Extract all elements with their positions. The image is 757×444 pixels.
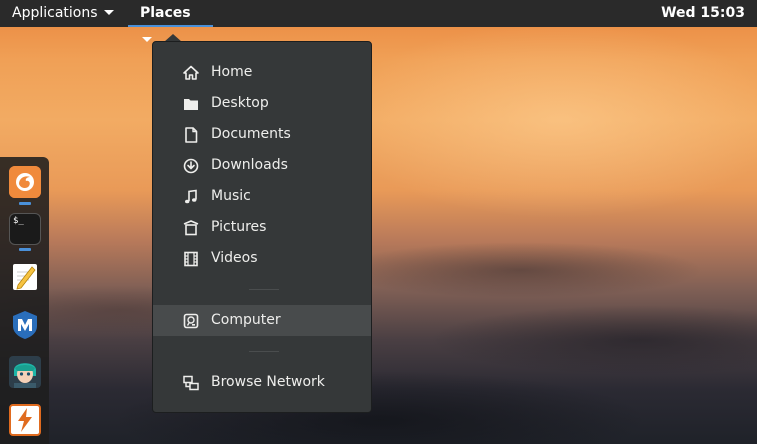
- desktop-folder-icon: [184, 99, 198, 110]
- running-indicator: [19, 248, 31, 251]
- places-item-label: Home: [211, 64, 253, 80]
- places-menu: Home Desktop Documents Downloads Music P…: [152, 41, 372, 413]
- download-icon: [183, 158, 199, 174]
- home-icon: [183, 65, 199, 80]
- applications-menu-button[interactable]: Applications: [4, 0, 122, 27]
- places-item-home[interactable]: Home: [153, 57, 371, 88]
- pictures-icon: [183, 220, 199, 236]
- terminal-icon: $_: [13, 216, 24, 226]
- text-editor-icon: [13, 264, 37, 290]
- places-item-label: Documents: [211, 126, 291, 142]
- dock: $_: [0, 157, 49, 444]
- dock-burpsuite[interactable]: [9, 404, 41, 436]
- places-menu-button[interactable]: Places: [128, 0, 213, 42]
- places-item-computer[interactable]: Computer: [153, 305, 371, 336]
- caret-down-icon: [103, 9, 114, 15]
- places-item-documents[interactable]: Documents: [153, 119, 371, 150]
- places-item-label: Pictures: [211, 219, 267, 235]
- metasploit-icon: [13, 311, 37, 339]
- places-item-label: Desktop: [211, 95, 269, 111]
- computer-drive-icon: [183, 313, 199, 329]
- places-item-label: Downloads: [211, 157, 288, 173]
- dock-terminal[interactable]: $_: [9, 213, 41, 245]
- places-item-pictures[interactable]: Pictures: [153, 212, 371, 243]
- wallpaper: [0, 230, 757, 444]
- running-indicator: [19, 202, 31, 205]
- network-icon: [183, 375, 199, 391]
- dock-avatar-app[interactable]: [9, 356, 41, 388]
- places-item-browse-network[interactable]: Browse Network: [153, 367, 371, 398]
- dock-firefox[interactable]: [9, 166, 41, 198]
- document-icon: [185, 127, 198, 143]
- places-item-desktop[interactable]: Desktop: [153, 88, 371, 119]
- firefox-icon: [9, 166, 41, 198]
- dock-metasploit[interactable]: [9, 309, 41, 341]
- places-item-label: Computer: [211, 312, 281, 328]
- menu-separator: [249, 289, 279, 290]
- places-item-music[interactable]: Music: [153, 181, 371, 212]
- film-icon: [184, 251, 198, 267]
- places-item-label: Music: [211, 188, 251, 204]
- active-menu-indicator: [128, 25, 213, 27]
- dock-text-editor[interactable]: [9, 261, 41, 293]
- applications-label: Applications: [12, 5, 98, 21]
- caret-down-icon: [142, 36, 152, 42]
- music-note-icon: [185, 189, 197, 204]
- menu-separator: [249, 351, 279, 352]
- places-item-videos[interactable]: Videos: [153, 243, 371, 274]
- top-bar: Applications Places Wed 15:03: [0, 0, 757, 42]
- places-item-downloads[interactable]: Downloads: [153, 150, 371, 181]
- burpsuite-icon: [9, 404, 41, 436]
- places-label: Places: [140, 5, 191, 21]
- places-item-label: Browse Network: [211, 374, 325, 390]
- anime-avatar-icon: [9, 356, 41, 388]
- places-item-label: Videos: [211, 250, 258, 266]
- clock[interactable]: Wed 15:03: [661, 0, 745, 27]
